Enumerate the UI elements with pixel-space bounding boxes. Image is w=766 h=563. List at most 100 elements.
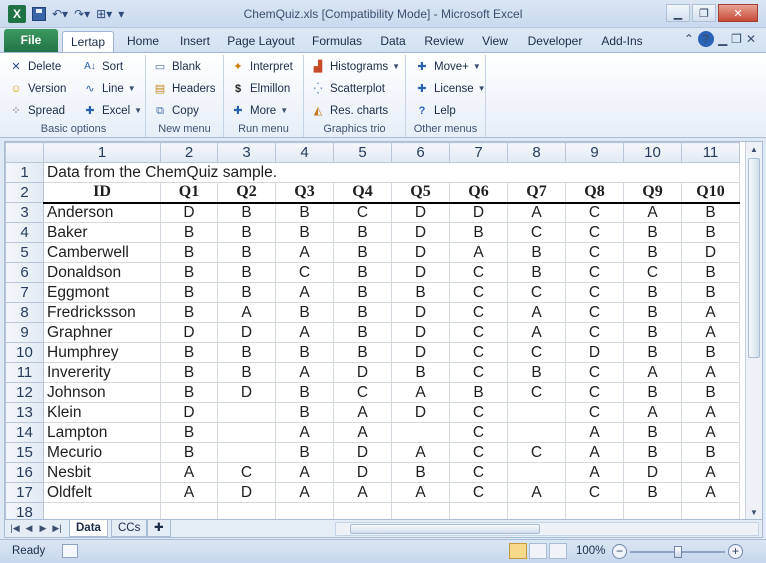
sheet-tab-ccs[interactable]: CCs	[111, 520, 148, 537]
response-cell[interactable]: C	[449, 442, 508, 463]
sheet-tab-data[interactable]: Data	[69, 520, 108, 537]
license-button[interactable]: ✚ License ▼	[414, 79, 485, 99]
response-cell[interactable]: C	[333, 382, 392, 403]
response-cell[interactable]: A	[681, 422, 740, 443]
interpret-button[interactable]: ✦ Interpret	[230, 57, 292, 77]
response-cell[interactable]: B	[275, 382, 334, 403]
id-cell[interactable]: Humphrey	[43, 342, 161, 363]
response-cell[interactable]: A	[449, 242, 508, 263]
id-cell[interactable]: Fredricksson	[43, 302, 161, 323]
response-cell[interactable]: A	[275, 362, 334, 383]
id-cell[interactable]: Klein	[43, 402, 161, 423]
response-cell[interactable]: C	[507, 442, 566, 463]
tab-page-layout[interactable]: Page Layout	[224, 31, 298, 52]
tab-formulas[interactable]: Formulas	[306, 31, 368, 52]
id-cell[interactable]: Nesbit	[43, 462, 161, 483]
response-cell[interactable]	[217, 422, 276, 443]
id-cell[interactable]: Lampton	[43, 422, 161, 443]
response-cell[interactable]: D	[623, 462, 682, 483]
response-cell[interactable]: A	[391, 442, 450, 463]
response-cell[interactable]: C	[449, 342, 508, 363]
response-cell[interactable]: D	[391, 262, 450, 283]
close-workbook-icon[interactable]: ✕	[746, 32, 756, 46]
page-layout-view-icon[interactable]	[529, 543, 547, 559]
response-cell[interactable]: B	[275, 302, 334, 323]
tab-data[interactable]: Data	[374, 31, 412, 52]
response-cell[interactable]: B	[681, 382, 740, 403]
header-cell[interactable]: Q3	[275, 182, 334, 204]
row-header[interactable]: 6	[5, 262, 44, 283]
response-cell[interactable]: C	[449, 422, 508, 443]
response-cell[interactable]: C	[449, 322, 508, 343]
response-cell[interactable]: C	[623, 262, 682, 283]
response-cell[interactable]: A	[623, 202, 682, 223]
id-cell[interactable]: Eggmont	[43, 282, 161, 303]
response-cell[interactable]: B	[160, 262, 218, 283]
response-cell[interactable]: C	[507, 222, 566, 243]
id-cell[interactable]: Anderson	[43, 202, 161, 223]
response-cell[interactable]: A	[681, 362, 740, 383]
response-cell[interactable]: B	[623, 442, 682, 463]
header-cell[interactable]: Q1	[160, 182, 218, 204]
response-cell[interactable]: A	[507, 302, 566, 323]
response-cell[interactable]: B	[507, 242, 566, 263]
redo-icon[interactable]: ↷▾	[74, 7, 90, 21]
response-cell[interactable]: A	[507, 482, 566, 503]
response-cell[interactable]: A	[275, 282, 334, 303]
vertical-scrollbar[interactable]: ▲ ▼	[745, 142, 762, 519]
tab-developer[interactable]: Developer	[522, 31, 588, 52]
response-cell[interactable]: B	[623, 322, 682, 343]
response-cell[interactable]: B	[217, 222, 276, 243]
response-cell[interactable]: C	[449, 482, 508, 503]
response-cell[interactable]: A	[160, 482, 218, 503]
row-header[interactable]: 13	[5, 402, 44, 423]
tab-file[interactable]: File	[4, 29, 58, 52]
response-cell[interactable]: D	[391, 302, 450, 323]
row-header[interactable]: 16	[5, 462, 44, 483]
restore-workbook-icon[interactable]: ❐	[731, 32, 742, 46]
response-cell[interactable]	[507, 462, 566, 483]
response-cell[interactable]: D	[391, 342, 450, 363]
minimize-workbook-icon[interactable]: ▁	[718, 32, 727, 46]
response-cell[interactable]: B	[681, 442, 740, 463]
response-cell[interactable]: B	[623, 302, 682, 323]
response-cell[interactable]: C	[565, 402, 624, 423]
minimize-ribbon-icon[interactable]: ⌃	[684, 32, 694, 46]
id-cell[interactable]: Mecurio	[43, 442, 161, 463]
response-cell[interactable]: D	[160, 202, 218, 223]
response-cell[interactable]: A	[681, 402, 740, 423]
scroll-up-icon[interactable]: ▲	[747, 143, 761, 157]
version-button[interactable]: ☺ Version	[8, 79, 66, 99]
excel-button[interactable]: ✚ Excel ▼	[82, 101, 142, 121]
response-cell[interactable]: A	[681, 302, 740, 323]
select-all-corner[interactable]	[5, 142, 44, 163]
response-cell[interactable]: A	[275, 322, 334, 343]
response-cell[interactable]: B	[681, 222, 740, 243]
response-cell[interactable]: B	[391, 282, 450, 303]
title-cell[interactable]: Data from the ChemQuiz sample.	[43, 162, 740, 183]
column-header[interactable]: 1	[43, 142, 161, 163]
header-cell[interactable]: Q6	[449, 182, 508, 204]
column-header[interactable]: 11	[681, 142, 740, 163]
response-cell[interactable]: D	[217, 322, 276, 343]
row-header[interactable]: 3	[5, 202, 44, 223]
response-cell[interactable]: B	[507, 362, 566, 383]
response-cell[interactable]: A	[275, 462, 334, 483]
response-cell[interactable]: B	[160, 222, 218, 243]
response-cell[interactable]: A	[333, 482, 392, 503]
response-cell[interactable]: D	[333, 462, 392, 483]
response-cell[interactable]: B	[333, 302, 392, 323]
restore-icon[interactable]: ❐	[692, 4, 716, 22]
more-button[interactable]: ✚ More ▼	[230, 101, 288, 121]
empty-cell[interactable]	[333, 502, 392, 519]
response-cell[interactable]: D	[449, 202, 508, 223]
tab-lertap[interactable]: Lertap	[62, 31, 114, 52]
header-cell[interactable]: Q5	[391, 182, 450, 204]
header-cell[interactable]: ID	[43, 182, 161, 204]
response-cell[interactable]: B	[681, 202, 740, 223]
response-cell[interactable]: B	[160, 302, 218, 323]
response-cell[interactable]: B	[217, 342, 276, 363]
row-header[interactable]: 15	[5, 442, 44, 463]
column-header[interactable]: 2	[160, 142, 218, 163]
response-cell[interactable]: B	[333, 262, 392, 283]
